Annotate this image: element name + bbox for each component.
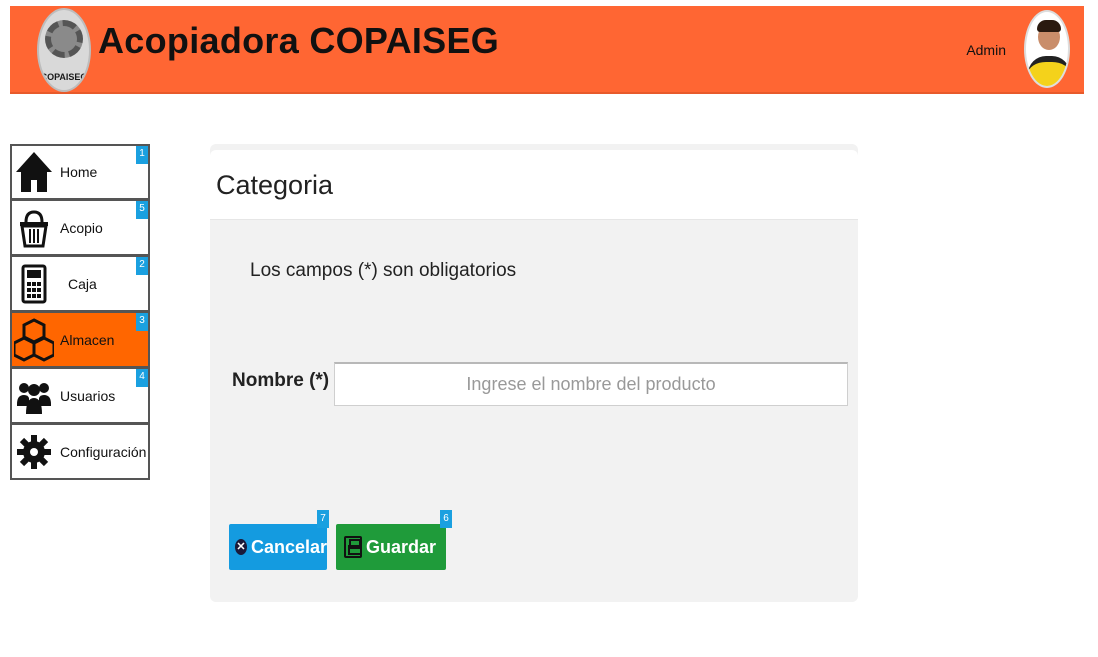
sidebar-item-almacen[interactable]: Almacen 3 — [10, 312, 150, 368]
gear-icon — [12, 426, 56, 478]
calculator-icon — [12, 258, 56, 310]
sidebar-item-configuracion[interactable]: Configuración — [10, 424, 150, 480]
app-title: Acopiadora COPAISEG — [98, 20, 500, 61]
shortcut-badge: 5 — [136, 201, 148, 219]
shortcut-badge: 6 — [440, 510, 452, 528]
boxes-icon — [12, 314, 56, 366]
logo-gear-icon: COPAISEG — [37, 8, 91, 92]
close-icon: ✕ — [235, 539, 247, 555]
panel-header: Categoria — [210, 150, 858, 220]
home-icon — [12, 146, 56, 198]
users-icon — [12, 370, 56, 422]
top-header: COPAISEG Acopiadora COPAISEG Admin — [10, 6, 1084, 94]
sidebar-item-usuarios[interactable]: Usuarios 4 — [10, 368, 150, 424]
sidebar-item-label: Configuración — [60, 443, 147, 460]
basket-icon — [12, 202, 56, 254]
shortcut-badge: 1 — [136, 146, 148, 164]
avatar[interactable] — [1024, 10, 1070, 88]
shortcut-badge: 3 — [136, 313, 148, 331]
name-field-label: Nombre (*) — [232, 370, 330, 391]
sidebar-item-acopio[interactable]: Acopio 5 — [10, 200, 150, 256]
sidebar: Home 1 Acopio 5 Caja 2 Almacen 3 Usuario… — [10, 144, 150, 480]
page-title: Categoria — [216, 170, 334, 200]
shortcut-badge: 4 — [136, 369, 148, 387]
sidebar-item-home[interactable]: Home 1 — [10, 144, 150, 200]
logo[interactable]: COPAISEG — [34, 6, 94, 94]
sidebar-item-label: Home — [60, 164, 98, 180]
shortcut-badge: 7 — [317, 510, 329, 528]
save-button-label: Guardar — [366, 536, 437, 557]
cancel-button[interactable]: ✕ Cancelar 7 — [229, 510, 329, 570]
save-button[interactable]: Guardar 6 — [336, 510, 452, 570]
sidebar-item-label: Acopio — [60, 219, 103, 236]
user-name[interactable]: Admin — [966, 42, 1006, 58]
sidebar-item-caja[interactable]: Caja 2 — [10, 256, 150, 312]
required-fields-note: Los campos (*) son obligatorios — [250, 260, 517, 281]
sidebar-item-label: Almacen — [60, 331, 115, 348]
floppy-disk-icon — [344, 536, 362, 558]
cancel-button-label: Cancelar — [250, 536, 327, 557]
name-input[interactable] — [334, 362, 848, 406]
sidebar-item-label: Usuarios — [60, 387, 116, 404]
category-form-panel: Categoria Los campos (*) son obligatorio… — [210, 144, 858, 602]
shortcut-badge: 2 — [136, 257, 148, 275]
sidebar-item-label: Caja — [68, 275, 97, 292]
